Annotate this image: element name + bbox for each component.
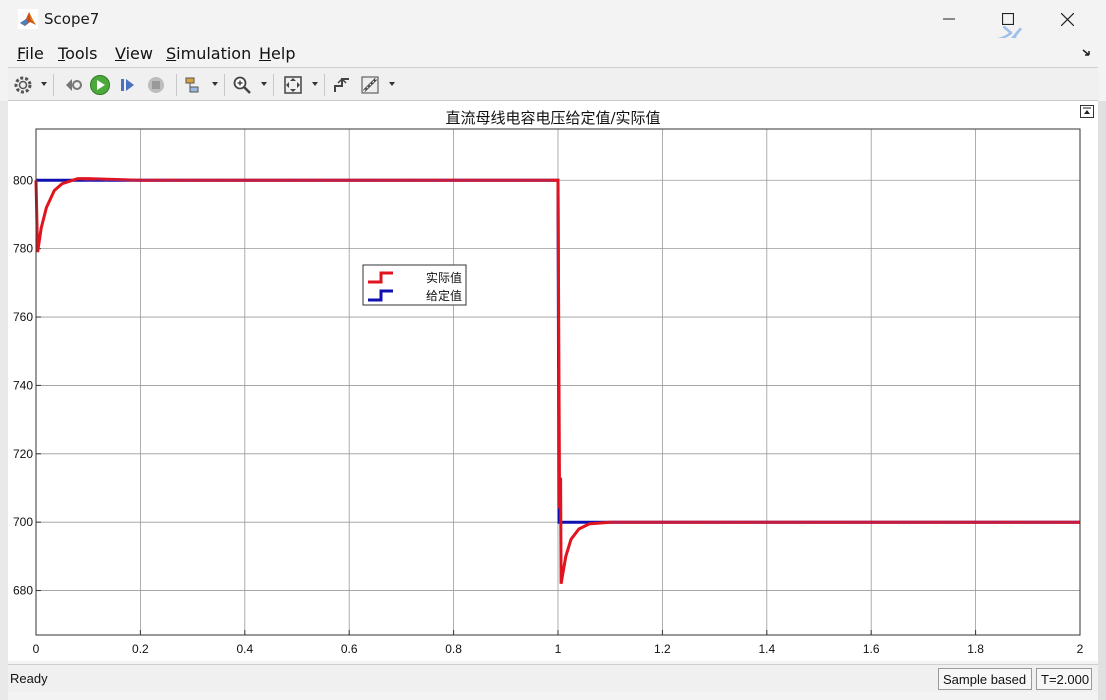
toolbar-separator	[273, 74, 274, 96]
toolbar-separator	[176, 74, 177, 96]
y-tick-label: 780	[13, 242, 33, 256]
highlight-icon	[185, 77, 199, 93]
menu-help[interactable]: Help	[259, 44, 295, 63]
legend-label: 给定值	[426, 288, 462, 303]
tick-labels: 0 0.2 0.4 0.6 0.8 1 1.2 1.4 1.6 1.8 2 680 700 720 740 7…	[13, 173, 1084, 656]
x-tick-label: 0.2	[132, 642, 149, 656]
x-tick-label: 1	[555, 642, 562, 656]
sample-mode-indicator: Sample based	[938, 668, 1032, 690]
stop-icon	[148, 77, 164, 93]
x-tick-label: 0.6	[341, 642, 358, 656]
settings-dropdown-icon[interactable]	[41, 82, 47, 86]
triggers-icon	[334, 77, 349, 92]
x-tick-label: 0	[33, 642, 40, 656]
status-bar: Ready Sample based T=2.000	[8, 664, 1098, 692]
legend-label: 实际值	[426, 270, 462, 285]
autoscale-icon	[284, 76, 302, 94]
minimize-button[interactable]	[920, 0, 978, 38]
triggers-button[interactable]	[330, 73, 354, 97]
x-tick-label: 0.8	[445, 642, 462, 656]
y-tick-label: 800	[13, 173, 33, 187]
matlab-logo-icon	[18, 9, 38, 29]
x-tick-label: 1.2	[654, 642, 671, 656]
scope-window: Scope7 水印 File Tools View Simulation Hel…	[0, 0, 1106, 700]
title-bar: Scope7	[0, 0, 1106, 38]
toolbar-separator	[224, 74, 225, 96]
highlight-dropdown-icon[interactable]	[212, 82, 218, 86]
menu-tools[interactable]: Tools	[58, 44, 97, 63]
y-tick-label: 760	[13, 310, 33, 324]
highlight-button[interactable]	[182, 73, 206, 97]
toolbar-separator	[53, 74, 54, 96]
chart-svg: 0 0.2 0.4 0.6 0.8 1 1.2 1.4 1.6 1.8 2 680 700 720 740 7…	[13, 128, 1084, 656]
run-icon	[90, 75, 110, 95]
settings-button[interactable]	[11, 73, 35, 97]
step-back-icon	[66, 79, 82, 91]
close-icon	[1060, 12, 1074, 26]
minimize-icon	[943, 18, 955, 20]
scope-display[interactable]: 直流母线电容电压给定值/实际值 0 0.2 0.4 0.6 0.8 1 1.2 1.4 1.6 1…	[8, 101, 1098, 661]
menu-file[interactable]: File	[17, 44, 44, 63]
autoscale-button[interactable]	[281, 73, 305, 97]
series-lines	[34, 177, 1080, 584]
status-ready-text: Ready	[10, 671, 48, 686]
toolbar-separator	[324, 74, 325, 96]
measurements-dropdown-icon[interactable]	[389, 82, 395, 86]
zoom-button[interactable]	[230, 73, 254, 97]
window-title: Scope7	[44, 10, 100, 28]
x-tick-label: 1.4	[758, 642, 775, 656]
x-tick-label: 2	[1077, 642, 1084, 656]
menu-view[interactable]: View	[115, 44, 153, 63]
zoom-dropdown-icon[interactable]	[261, 82, 267, 86]
measurements-button[interactable]	[358, 73, 382, 97]
y-tick-label: 700	[13, 515, 33, 529]
step-back-button[interactable]	[61, 73, 85, 97]
close-button[interactable]	[1038, 0, 1096, 38]
right-edge	[1098, 101, 1106, 700]
y-tick-label: 720	[13, 447, 33, 461]
x-tick-label: 1.8	[967, 642, 984, 656]
pin-arrow-icon[interactable]	[1082, 47, 1092, 57]
y-tick-label: 740	[13, 378, 33, 392]
x-tick-label: 0.4	[236, 642, 253, 656]
stop-button[interactable]	[144, 73, 168, 97]
run-button[interactable]	[88, 73, 112, 97]
settings-icon	[14, 76, 32, 94]
legend[interactable]: 实际值给定值	[362, 264, 467, 306]
toolbar	[8, 67, 1098, 101]
step-forward-button[interactable]	[116, 73, 140, 97]
y-tick-label: 680	[13, 584, 33, 598]
menu-simulation[interactable]: Simulation	[166, 44, 251, 63]
left-edge	[0, 101, 8, 700]
x-tick-label: 1.6	[863, 642, 880, 656]
step-forward-icon	[121, 79, 134, 91]
menu-bar: File Tools View Simulation Help	[8, 38, 1098, 67]
measurements-icon	[361, 76, 379, 94]
simulation-time: T=2.000	[1036, 668, 1092, 690]
zoom-icon	[233, 76, 251, 94]
autoscale-dropdown-icon[interactable]	[312, 82, 318, 86]
